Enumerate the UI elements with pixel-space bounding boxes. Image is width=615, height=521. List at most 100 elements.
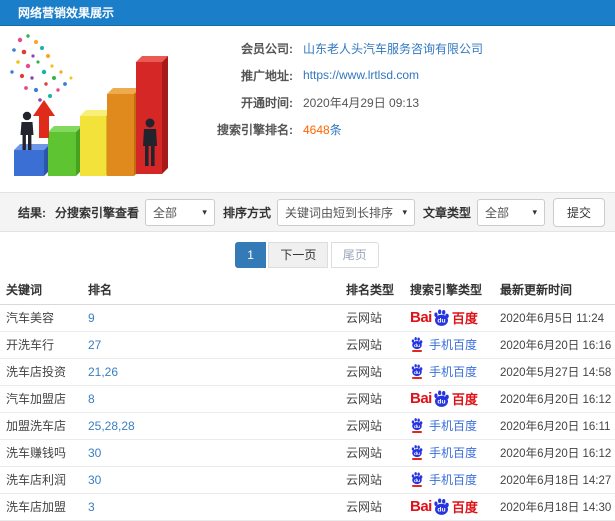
baidu-paw-icon-wrap: du (410, 444, 424, 461)
svg-text:du: du (437, 399, 445, 406)
rank-cell[interactable]: 8 (82, 385, 340, 413)
rank-cell[interactable]: 27 (82, 331, 340, 359)
mobile-baidu-label: 手机百度 (429, 418, 478, 433)
keyword-cell: 加盟洗车店 (0, 412, 82, 440)
baidu-logo-latin: Bai (410, 498, 432, 515)
rank-type-cell: 云网站 (340, 439, 404, 467)
article-type-label: 文章类型 (422, 205, 471, 220)
mobile-baidu-badge: du 手机百度 (410, 363, 477, 380)
field-label: 搜索引擎排名: (217, 122, 293, 137)
baidu-paw-icon: du (434, 390, 449, 407)
table-row: 汽车加盟店 8 云网站 Bai du 百度 2020年6月20日 16:12 (0, 385, 615, 413)
paw-underline (412, 485, 422, 488)
field-value-link[interactable]: 山东老人头汽车服务咨询有限公司 (303, 40, 483, 57)
keyword-cell: 汽车美容 (0, 304, 82, 332)
update-time-cell: 2020年6月20日 16:16 (494, 331, 615, 359)
table-row: 洗车店加盟 3 云网站 Bai du 百度 2020年6月18日 14:30 (0, 493, 615, 521)
svg-text:du: du (437, 507, 445, 514)
next-page-button[interactable]: 下一页 (268, 242, 329, 268)
mobile-baidu-badge: du 手机百度 (410, 444, 477, 461)
page-title: 网络营销效果展示 (18, 6, 115, 20)
svg-text:du: du (437, 318, 445, 325)
svg-text:du: du (414, 478, 420, 484)
baidu-logo-latin: Bai (410, 309, 432, 326)
field-value: 2020年4月29日 09:13 (303, 95, 420, 110)
rank-type-cell: 云网站 (340, 304, 404, 332)
table-row: 加盟洗车店 25,28,28 云网站 du 手机百度 2020年6月20日 16:11 (0, 412, 615, 440)
app-window: 网络营销效果展示 会员公司: 山东老人头汽车服务咨询有限公司 推广地址: htt… (0, 0, 615, 521)
mobile-baidu-label: 手机百度 (429, 445, 478, 460)
header-keyword: 关键词 (0, 276, 82, 305)
page-number-1[interactable]: 1 (235, 242, 266, 268)
header-rank: 排名 (82, 276, 340, 305)
update-time-cell: 2020年6月18日 14:27 (494, 466, 615, 494)
bar-blue (14, 144, 50, 176)
baidu-logo-cn: 百度 (451, 500, 478, 515)
engine-select-value: 全部 (152, 205, 177, 220)
rank-type-cell: 云网站 (340, 466, 404, 494)
keyword-cell: 汽车加盟店 (0, 385, 82, 413)
baidu-paw-icon: du (411, 472, 423, 485)
baidu-paw-icon: du (411, 445, 423, 458)
filter-controls: 分搜索引擎查看 全部 ▾ 排序方式 关键词由短到长排序 ▾ 文章类型 全部 ▾ … (47, 197, 605, 227)
rank-cell[interactable]: 9 (82, 304, 340, 332)
rank-type-cell: 云网站 (340, 412, 404, 440)
mobile-baidu-label: 手机百度 (429, 472, 478, 487)
update-time-cell: 2020年6月20日 16:11 (494, 412, 615, 440)
engine-cell: du 手机百度 (404, 466, 494, 494)
engine-cell: du 手机百度 (404, 331, 494, 359)
bar-orange (107, 88, 140, 176)
svg-text:du: du (414, 370, 420, 376)
baidu-logo-cn: 百度 (451, 311, 478, 326)
table-row: 洗车赚钱吗 30 云网站 du 手机百度 2020年6月20日 16:12 (0, 439, 615, 467)
rank-cell[interactable]: 3 (82, 493, 340, 521)
update-time-cell: 2020年6月18日 14:30 (494, 493, 615, 521)
keyword-cell: 洗车店利润 (0, 466, 82, 494)
table-row: 洗车店投资 21,26 云网站 du 手机百度 2020年5月27日 14:58 (0, 358, 615, 386)
mobile-baidu-badge: du 手机百度 (410, 471, 477, 488)
engine-cell: du 手机百度 (404, 412, 494, 440)
update-time-cell: 2020年5月27日 14:58 (494, 358, 615, 386)
caret-down-icon: ▾ (532, 206, 537, 217)
baidu-paw-icon: du (411, 337, 423, 350)
svg-text:du: du (414, 343, 420, 349)
rank-count-unit: 条 (329, 122, 342, 137)
bar-chart-graphic (0, 26, 185, 192)
engine-cell: Bai du 百度 (404, 493, 494, 521)
header-engine-type: 搜索引擎类型 (404, 276, 494, 305)
engine-cell: Bai du 百度 (404, 304, 494, 332)
rank-cell[interactable]: 21,26 (82, 358, 340, 386)
field-label: 开通时间: (241, 95, 293, 110)
keyword-cell: 洗车店投资 (0, 358, 82, 386)
baidu-logo-cn: 百度 (451, 392, 478, 407)
rank-cell[interactable]: 30 (82, 439, 340, 467)
field-value: 4648条 (303, 121, 342, 138)
svg-text:du: du (414, 424, 420, 430)
baidu-paw-icon: du (411, 364, 423, 377)
field-value-link[interactable]: https://www.lrtlsd.com (303, 68, 419, 82)
sort-filter-label: 排序方式 (222, 205, 271, 220)
baidu-paw-icon: du (434, 309, 449, 326)
last-page-button[interactable]: 尾页 (330, 242, 379, 268)
caret-down-icon: ▾ (202, 206, 207, 217)
keyword-cell: 洗车店加盟 (0, 493, 82, 521)
update-time-cell: 2020年6月5日 11:24 (494, 304, 615, 332)
update-time-cell: 2020年6月20日 16:12 (494, 439, 615, 467)
table-header-row: 关键词 排名 排名类型 搜索引擎类型 最新更新时间 (0, 276, 615, 305)
results-table: 关键词 排名 排名类型 搜索引擎类型 最新更新时间 汽车美容 9 云网站 Bai du 百… (0, 276, 615, 521)
rank-cell[interactable]: 25,28,28 (82, 412, 340, 440)
engine-cell: du 手机百度 (404, 439, 494, 467)
submit-button[interactable]: 提交 (552, 197, 605, 227)
baidu-paw-icon-wrap: du (410, 471, 424, 488)
engine-cell: du 手机百度 (404, 358, 494, 386)
engine-select[interactable]: 全部 ▾ (144, 198, 215, 226)
paw-underline (412, 350, 422, 353)
sort-select[interactable]: 关键词由短到长排序 ▾ (276, 198, 415, 226)
mobile-baidu-label: 手机百度 (429, 364, 478, 379)
article-type-select[interactable]: 全部 ▾ (476, 198, 545, 226)
rank-cell[interactable]: 30 (82, 466, 340, 494)
rank-type-cell: 云网站 (340, 385, 404, 413)
baidu-paw-icon: du (411, 418, 423, 431)
engine-cell: Bai du 百度 (404, 385, 494, 413)
paw-underline (412, 431, 422, 434)
